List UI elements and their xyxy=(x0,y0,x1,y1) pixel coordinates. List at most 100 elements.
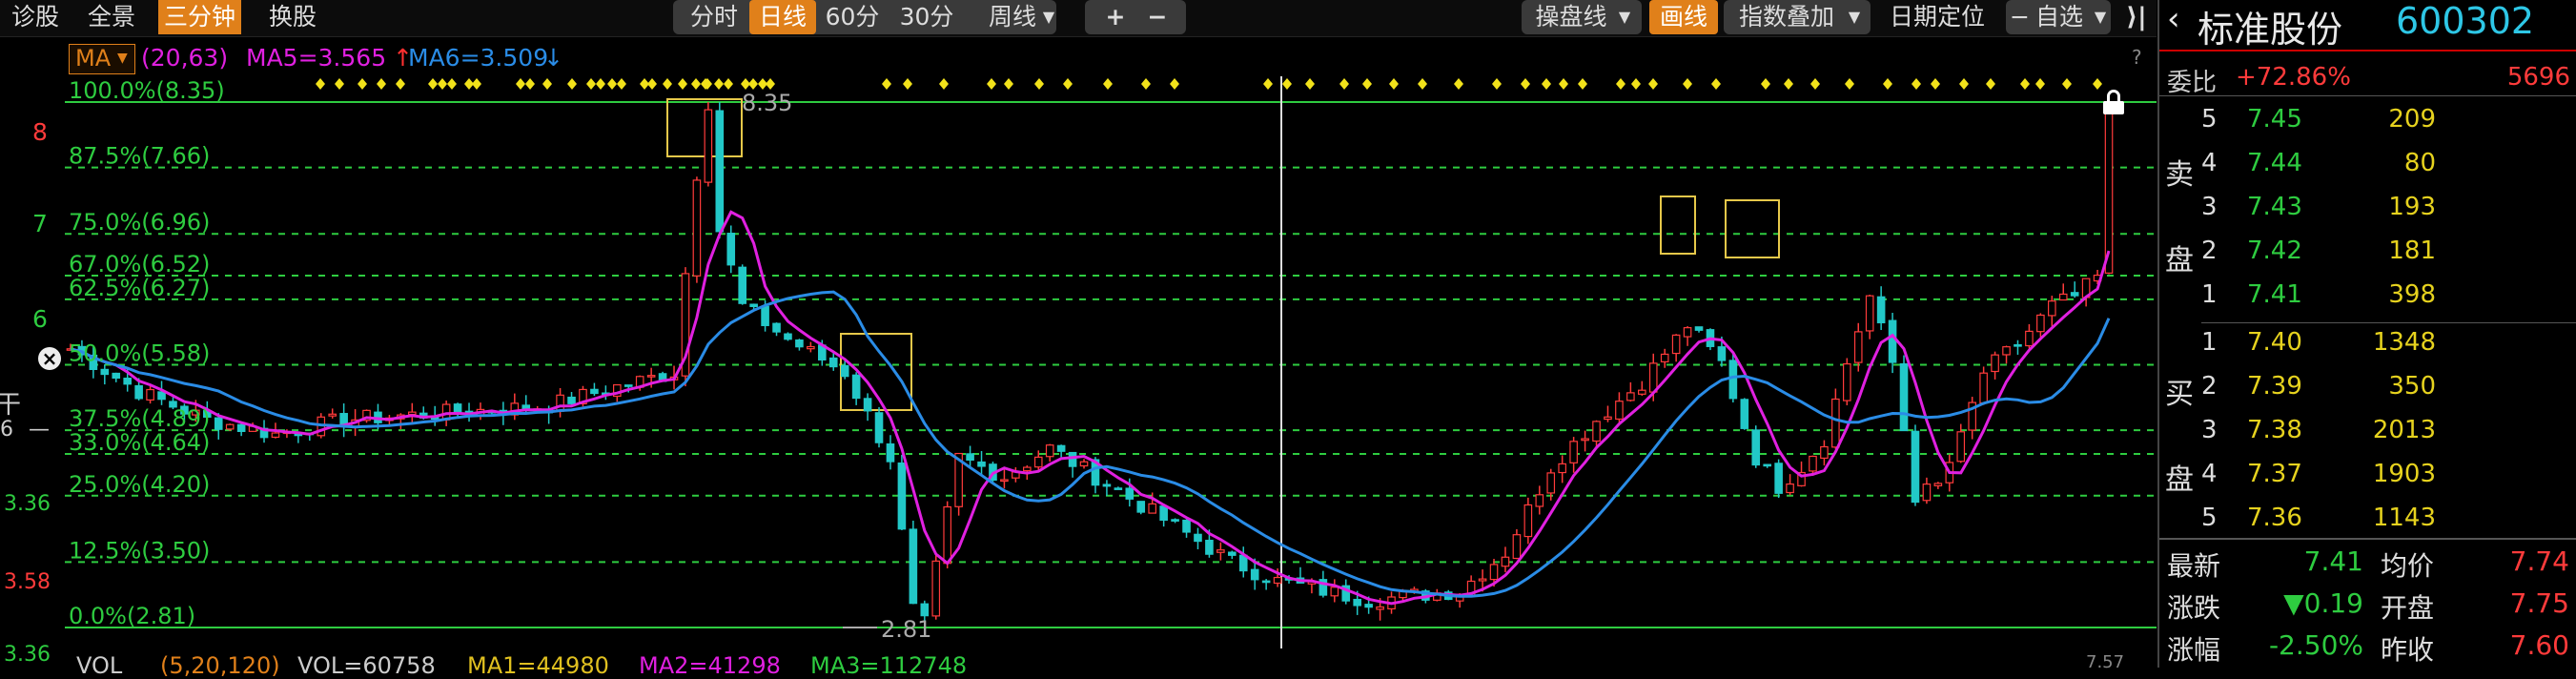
zoom-in-button[interactable]: + xyxy=(1096,0,1135,34)
highlight-box xyxy=(1660,195,1696,255)
period-dropdown-icon[interactable]: ▼ xyxy=(1041,0,1056,34)
sell-level: 1 xyxy=(2201,280,2218,309)
candle-body xyxy=(1512,534,1522,560)
candle-body xyxy=(1648,362,1658,393)
stat-value: ▼0.19 xyxy=(2283,587,2363,619)
event-marker-icon xyxy=(525,78,535,90)
candle-body xyxy=(1604,416,1612,421)
event-marker-icon xyxy=(1521,78,1530,90)
candle-body xyxy=(943,505,951,565)
candle-body xyxy=(1330,586,1339,597)
date-locate-button[interactable]: 日期定位 xyxy=(1878,0,1996,34)
event-marker-icon xyxy=(358,78,367,90)
event-marker-icon xyxy=(1711,78,1721,90)
candle-body xyxy=(977,461,986,467)
event-marker-icon xyxy=(542,78,552,90)
event-marker-icon xyxy=(1339,78,1349,90)
candle-body xyxy=(1979,372,1988,404)
event-marker-icon xyxy=(903,78,912,90)
candle-body xyxy=(2025,330,2034,347)
event-marker-icon xyxy=(691,78,701,90)
event-marker-icon xyxy=(617,78,626,90)
event-marker-icon xyxy=(335,78,344,90)
event-marker-icon xyxy=(596,78,605,90)
sell-level: 3 xyxy=(2201,193,2218,221)
candle-body xyxy=(1876,296,1886,324)
back-chevron-icon[interactable]: ‹ xyxy=(2167,0,2180,38)
candle-body xyxy=(146,388,154,401)
left-fragment-dash: — xyxy=(29,418,50,442)
event-marker-icon xyxy=(1810,78,1820,90)
index-overlay-button[interactable]: 指数叠加 xyxy=(1728,0,1846,34)
trade-line-dropdown-icon[interactable]: ▼ xyxy=(1615,0,1634,34)
event-marker-icon xyxy=(1305,78,1315,90)
vol-ma1: MA1=44980 xyxy=(467,652,609,679)
candle-body xyxy=(1683,327,1692,338)
fib-label: 87.5%(7.66) xyxy=(69,143,210,170)
sell-price: 7.44 xyxy=(2247,149,2302,177)
candle-body xyxy=(214,417,223,430)
ma5-value: MA5=3.565 xyxy=(246,44,387,72)
lock-icon[interactable] xyxy=(2103,90,2124,114)
watchlist-minus-icon[interactable]: − xyxy=(2010,0,2030,34)
candle-body xyxy=(1820,445,1829,460)
sell-level: 2 xyxy=(2201,237,2218,265)
event-marker-icon xyxy=(1931,78,1940,90)
collapse-panel-icon[interactable]: ⟩| xyxy=(2122,0,2151,34)
buy-price: 7.40 xyxy=(2247,328,2302,357)
candle-body xyxy=(874,412,884,443)
book-divider xyxy=(2201,322,2576,323)
candle-body xyxy=(920,603,930,617)
sell-price: 7.41 xyxy=(2247,280,2302,309)
candle-body xyxy=(1717,346,1727,361)
weicha-value: 5696 xyxy=(2506,63,2570,92)
sell-volume: 209 xyxy=(2388,105,2436,134)
left-fragment-4: 3.58 xyxy=(4,570,51,594)
candle-body xyxy=(1911,430,1920,504)
watchlist-dropdown-icon[interactable]: ▼ xyxy=(2090,0,2111,34)
event-marker-icon xyxy=(607,78,617,90)
period-60min[interactable]: 60分 xyxy=(822,0,883,34)
event-markers xyxy=(316,78,2102,90)
candle-body xyxy=(1751,429,1761,466)
candle-body xyxy=(2014,343,2022,347)
buy-level: 1 xyxy=(2201,328,2218,357)
volume-legend: VOL (5,20,120) VOL=60758 MA1=44980 MA2=4… xyxy=(57,652,2155,679)
toolbar-panorama[interactable]: 全景 xyxy=(88,0,135,34)
sell-price: 7.42 xyxy=(2247,237,2302,265)
event-marker-icon xyxy=(1034,78,1044,90)
toolbar-three-minute[interactable]: 三分钟 xyxy=(158,0,242,34)
vol-params: (5,20,120) xyxy=(160,652,280,679)
zoom-out-button[interactable]: − xyxy=(1138,0,1176,34)
period-daily[interactable]: 日线 xyxy=(749,0,816,34)
event-marker-icon xyxy=(1362,78,1372,90)
event-marker-icon xyxy=(1883,78,1892,90)
event-marker-icon xyxy=(1959,78,1969,90)
candle-body xyxy=(749,303,758,307)
help-icon[interactable]: ? xyxy=(2132,46,2142,69)
watchlist-button[interactable]: 自选 xyxy=(2029,0,2090,34)
index-overlay-dropdown-icon[interactable]: ▼ xyxy=(1844,0,1865,34)
event-marker-icon xyxy=(1004,78,1013,90)
candle-body xyxy=(1615,401,1624,421)
toolbar-diagnose[interactable]: 诊股 xyxy=(11,0,59,34)
candle-body xyxy=(784,333,792,340)
candle-body xyxy=(453,403,462,414)
period-30min[interactable]: 30分 xyxy=(896,0,957,34)
candle-body xyxy=(715,110,725,233)
trade-line-button[interactable]: 操盘线 xyxy=(1527,0,1615,34)
stat-label: 涨跌 xyxy=(2167,592,2221,624)
close-overlay-icon[interactable]: × xyxy=(38,347,61,370)
event-marker-icon xyxy=(2093,78,2102,90)
candle-body xyxy=(772,322,781,333)
fib-label: 67.0%(6.52) xyxy=(69,251,210,278)
ma-selector[interactable]: MA ▼ xyxy=(69,44,135,74)
draw-line-button[interactable]: 画线 xyxy=(1649,0,1718,34)
period-intraday[interactable]: 分时 xyxy=(683,0,746,34)
candle-body xyxy=(1273,576,1282,585)
event-marker-icon xyxy=(1063,78,1073,90)
candle-body xyxy=(1353,598,1361,607)
toolbar-switch-stock[interactable]: 换股 xyxy=(269,0,317,34)
kline-chart[interactable]: 100.0%(8.35) 87.5%(7.66) 75.0%(6.96) 67.0%(… xyxy=(0,36,2157,679)
candle-body xyxy=(863,398,872,412)
